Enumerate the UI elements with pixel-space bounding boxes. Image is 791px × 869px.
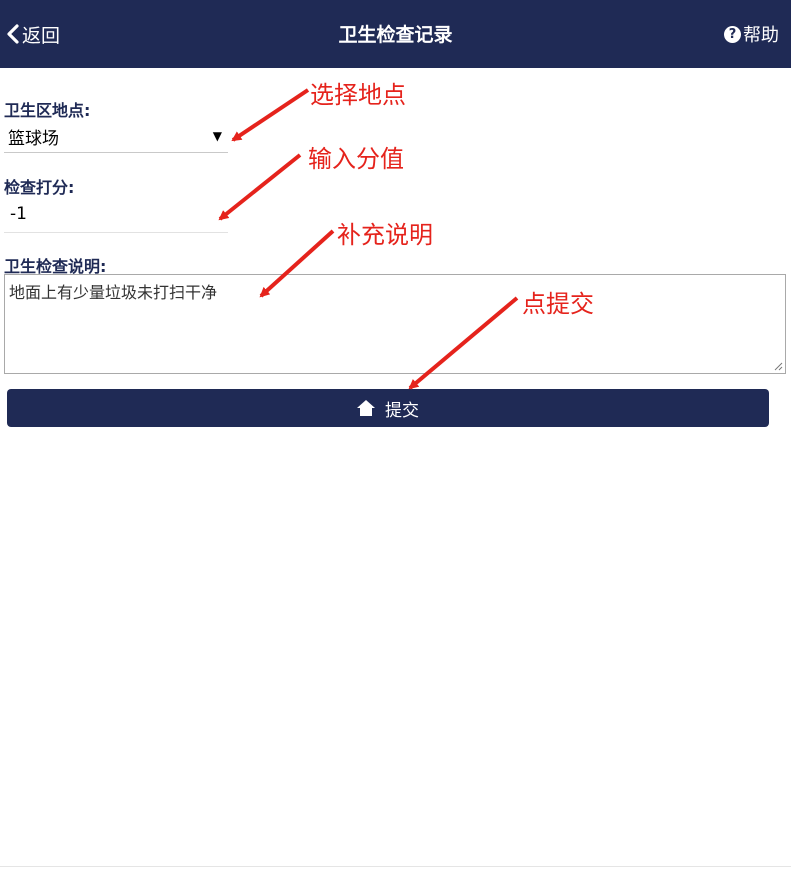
annotation-arrow-submit: [408, 296, 519, 390]
bottom-divider: [0, 866, 791, 867]
annotation-arrow-score: [218, 153, 302, 221]
annotation-add-note: 补充说明: [337, 221, 433, 249]
annotation-click-submit: 点提交: [522, 290, 594, 318]
annotation-select-place: 选择地点: [310, 81, 406, 109]
annotation-arrow-select: [231, 88, 310, 142]
page: 返回 卫生检查记录 ? 帮助 卫生区地点: 篮球场 ▼ 检查打分: -1 卫生检…: [0, 0, 791, 869]
annotation-arrow-desc: [259, 229, 335, 298]
annotation-enter-score: 输入分值: [308, 145, 404, 173]
annotation-arrows: [218, 88, 519, 390]
